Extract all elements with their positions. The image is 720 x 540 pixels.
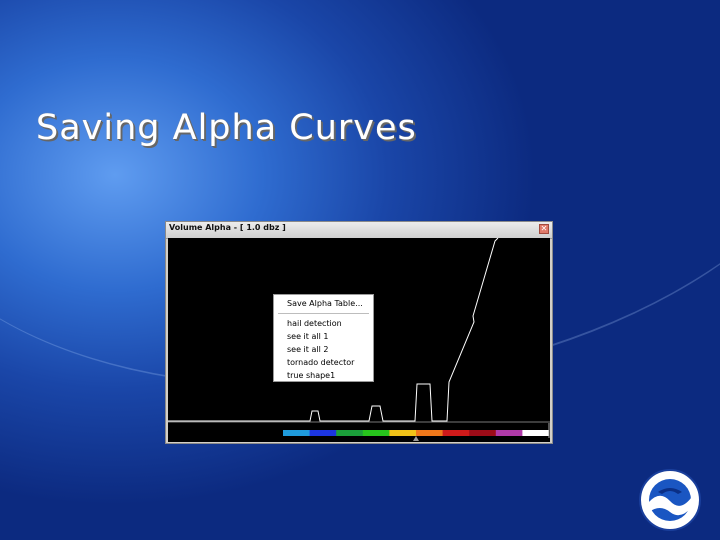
- noaa-logo-icon: [639, 469, 701, 531]
- colorbar-segment: [389, 430, 417, 436]
- colorbar-segment: [416, 430, 444, 436]
- menu-item-see-it-all-2[interactable]: see it all 2: [287, 345, 328, 354]
- colorbar-segment: [442, 430, 470, 436]
- volume-alpha-window[interactable]: Volume Alpha - [ 1.0 dbz ] ✕ Save Alpha …: [165, 221, 553, 444]
- colorbar-segment: [495, 430, 523, 436]
- menu-separator: [278, 313, 369, 314]
- colorbar: [283, 430, 550, 436]
- context-menu[interactable]: Save Alpha Table... hail detection see i…: [273, 294, 374, 382]
- menu-item-hail-detection[interactable]: hail detection: [287, 319, 342, 328]
- colorbar-segment: [283, 430, 311, 436]
- close-icon: ✕: [540, 224, 548, 233]
- colorbar-segment: [469, 430, 497, 436]
- menu-item-see-it-all-1[interactable]: see it all 1: [287, 332, 328, 341]
- colorbar-segment: [522, 430, 550, 436]
- menu-item-tornado-detector[interactable]: tornado detector: [287, 358, 354, 367]
- menu-item-true-shape1[interactable]: true shape1: [287, 371, 335, 380]
- colorbar-segment: [309, 430, 337, 436]
- save-alpha-table-item[interactable]: Save Alpha Table...: [287, 299, 363, 308]
- colorbar-segment: [362, 430, 390, 436]
- alpha-curve-plot[interactable]: Save Alpha Table... hail detection see i…: [168, 238, 550, 442]
- slide-title: Saving Alpha Curves: [36, 108, 417, 148]
- close-button[interactable]: ✕: [539, 224, 549, 234]
- colorbar-marker-icon[interactable]: [413, 436, 419, 441]
- colorbar-segment: [336, 430, 364, 436]
- window-title: Volume Alpha - [ 1.0 dbz ]: [169, 223, 286, 232]
- window-titlebar[interactable]: Volume Alpha - [ 1.0 dbz ] ✕: [166, 222, 552, 239]
